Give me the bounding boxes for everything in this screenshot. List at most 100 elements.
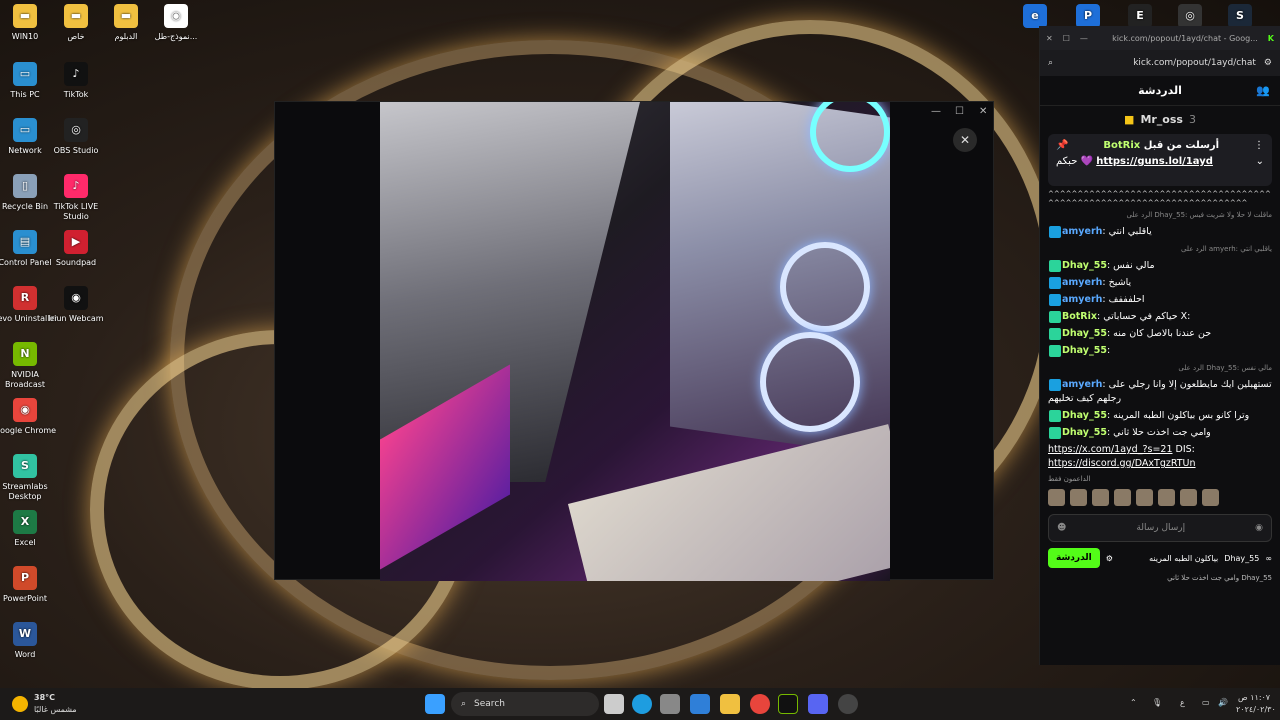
weather-temp[interactable]: 38°C [34,693,55,702]
chat-message[interactable]: Dhay_55: وامي جت اخذت حلا ثاني [1048,426,1272,440]
desktop-icon-nvidia-broadcast[interactable]: N NVIDIA Broadcast [0,342,60,390]
mic-icon[interactable]: 🎙 [1152,698,1162,707]
app-icon: ▭ [13,118,37,142]
avatar[interactable] [1092,489,1109,506]
window-close-button[interactable]: ✕ [979,106,987,117]
chat-message[interactable]: amyerh: تستهبلين ايك مايطلعون إلا وانا ر… [1048,378,1272,406]
clock-time[interactable]: ١١:٠٧ ص [1238,693,1270,702]
chat-username[interactable]: amyerh [1062,277,1102,288]
search-icon: ⌕ [461,699,467,709]
desktop-icon-iriun-webcam[interactable]: ◉ Iriun Webcam [41,286,111,324]
send-button[interactable]: الدردشة [1048,548,1100,568]
chat-username[interactable]: Dhay_55 [1062,427,1107,438]
emoji-icon[interactable]: ☻ [1057,523,1066,533]
pinned-user[interactable]: BotRix [1103,140,1140,151]
pinned-message[interactable]: 📌 BotRix أرسلت من قبل ⋮ حبكم 💜 https://g… [1048,134,1272,186]
avatar[interactable] [1136,489,1153,506]
infinity-icon[interactable]: ∞ [1265,554,1272,563]
task-view-icon[interactable] [604,694,624,714]
language-indicator[interactable]: ع [1180,698,1185,707]
weather-icon[interactable] [12,696,28,712]
chat-username[interactable]: amyerh [1062,379,1102,390]
url-bar[interactable]: ⌕ kick.com/popout/1ayd/chat ⚙ [1040,50,1280,76]
desktop-icon--[interactable]: ◉ نموذج-طل... [141,4,211,42]
desktop-icon-obs-studio[interactable]: ◎ OBS Studio [41,118,111,156]
desktop-icon-powerpoint[interactable]: P PowerPoint [0,566,60,604]
start-icon[interactable] [425,694,445,714]
desktop-icon-excel[interactable]: X Excel [0,510,60,548]
chat-username[interactable]: BotRix [1062,311,1097,322]
chat-username[interactable]: amyerh [1062,226,1102,237]
volume-icon[interactable]: 🔊 [1218,698,1228,707]
discord-link[interactable]: https://discord.gg/DAxTgzRTUn [1048,458,1196,469]
chat-message[interactable]: Dhay_55: حن عندنا بالاصل كان منه [1048,327,1272,341]
chat-message[interactable]: Dhay_55: [1048,344,1272,358]
desktop-icon-tiktok-live-studio[interactable]: ♪ TikTok LIVE Studio [41,174,111,222]
chat-header: الدردشة 👥 [1040,76,1280,106]
botrix-links: https://x.com/1ayd_?s=21 DIS: https://di… [1048,443,1272,471]
minimize-button[interactable]: — [931,106,941,117]
top-viewer[interactable]: ■ Mr_oss 3 [1040,106,1280,132]
users-icon[interactable]: 👥 [1256,84,1270,97]
nvidia-icon[interactable] [778,694,798,714]
gift-icon: ■ [1124,112,1135,126]
viewer-close-icon[interactable]: ✕ [953,128,977,152]
app-icon[interactable] [838,694,858,714]
photos-icon[interactable] [690,694,710,714]
app-icon: N [13,342,37,366]
more-icon[interactable]: ⋮ [1254,140,1264,151]
chat-message[interactable]: BotRix: حياكم في حساباتي X: [1048,310,1272,324]
x-link[interactable]: https://x.com/1ayd_?s=21 [1048,444,1173,455]
chat-username[interactable]: Dhay_55 [1062,260,1107,271]
record-icon[interactable]: ◉ [1255,523,1263,533]
pinned-link[interactable]: https://guns.lol/1ayd [1096,156,1213,167]
maximize-button[interactable]: ☐ [955,106,964,117]
site-settings-icon[interactable]: ⚙ [1264,58,1272,68]
file-explorer-icon[interactable] [720,694,740,714]
chat-message[interactable]: amyerh: ياشيخ [1048,276,1272,290]
desktop-icon-streamlabs-desktop[interactable]: S Streamlabs Desktop [0,454,60,502]
photo-image [380,102,890,581]
pin-icon: 📌 [1056,140,1069,151]
settings-icon[interactable]: ⚙ [1106,554,1113,563]
app-icon: ▭ [13,62,37,86]
desktop-icon-google-chrome[interactable]: ◉ Google Chrome [0,398,60,436]
chevron-down-icon[interactable]: ⌄ [1256,156,1264,167]
chat-input[interactable]: ☻ إرسال رسالة ◉ [1048,514,1272,542]
app-icon: X [13,510,37,534]
badge-icon [1049,276,1061,289]
discord-icon[interactable] [808,694,828,714]
avatar[interactable] [1158,489,1175,506]
desktop-icon-word[interactable]: W Word [0,622,60,660]
chrome-icon[interactable] [750,694,770,714]
chat-username[interactable]: Dhay_55 [1062,410,1107,421]
chevron-up-icon[interactable]: ⌃ [1130,698,1137,707]
close-icon[interactable]: ✕ [1046,34,1053,43]
desktop-icon-label: Word [14,650,36,659]
chat-message[interactable]: amyerh: ياقلبي انتي [1048,225,1272,239]
network-icon[interactable]: ▭ [1202,698,1210,707]
avatar[interactable] [1048,489,1065,506]
clock-date[interactable]: ٢٠٢٤/٠٢/٣٠ [1236,705,1276,714]
avatar[interactable] [1180,489,1197,506]
chat-username[interactable]: amyerh [1062,294,1102,305]
desktop-icon-soundpad[interactable]: ▶ Soundpad [41,230,111,268]
chat-message[interactable]: Dhay_55: وترا كانو بس بياكلون الطبه المر… [1048,409,1272,423]
chat-message[interactable]: Dhay_55: مالي نفس [1048,259,1272,273]
chat-username[interactable]: Dhay_55 [1062,345,1107,356]
minimize-icon[interactable]: — [1080,34,1088,43]
search-input[interactable]: ⌕ Search [451,692,599,716]
top-viewer-count: 3 [1188,112,1196,126]
pinned-label: BotRix أرسلت من قبل [1103,140,1219,151]
chat-message[interactable]: amyerh: احلفففف [1048,293,1272,307]
edge-icon[interactable] [632,694,652,714]
avatar[interactable] [1202,489,1219,506]
app-icon: ▯ [13,174,37,198]
zoom-icon[interactable]: ⌕ [1048,58,1053,68]
store-icon[interactable] [660,694,680,714]
desktop-icon-tiktok[interactable]: ♪ TikTok [41,62,111,100]
avatar[interactable] [1114,489,1131,506]
avatar[interactable] [1070,489,1087,506]
chat-username[interactable]: Dhay_55 [1062,328,1107,339]
maximize-icon[interactable]: ☐ [1063,34,1070,43]
